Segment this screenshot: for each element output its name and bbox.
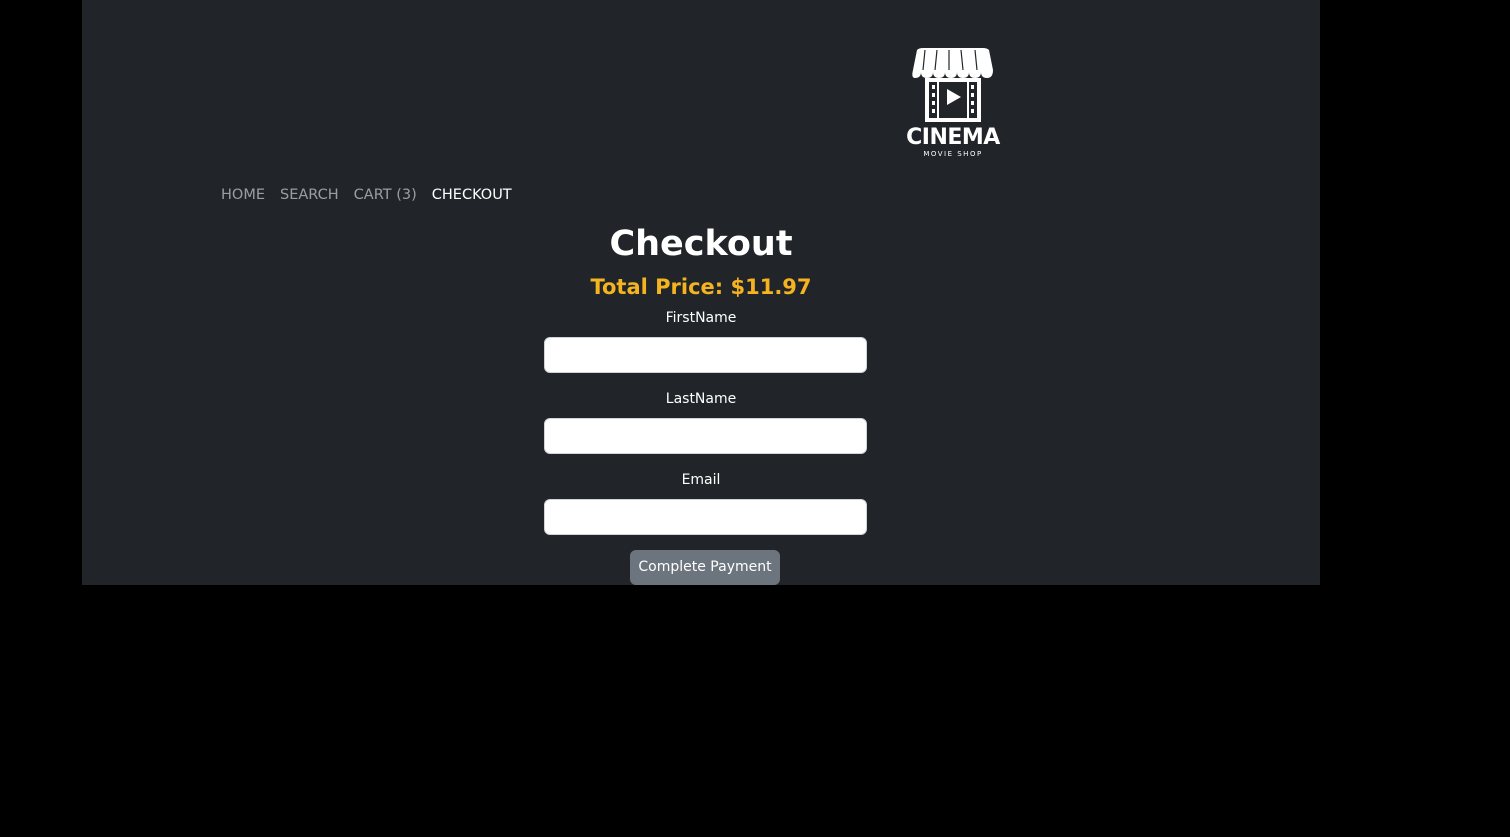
last-name-input[interactable] — [544, 418, 867, 454]
email-input[interactable] — [544, 499, 867, 535]
first-name-input[interactable] — [544, 337, 867, 373]
main-panel: CINEMA MOVIE SHOP HOME SEARCH CART (3) C… — [82, 0, 1320, 585]
total-price: Total Price: $11.97 — [590, 275, 812, 299]
nav-item-checkout[interactable]: CHECKOUT — [432, 184, 512, 206]
top-navigation: HOME SEARCH CART (3) CHECKOUT — [221, 184, 512, 206]
cinema-storefront-play-icon — [912, 48, 993, 122]
brand-name: CINEMA — [906, 125, 1000, 150]
nav-item-home[interactable]: HOME — [221, 184, 265, 206]
brand-tagline: MOVIE SHOP — [923, 150, 983, 158]
complete-payment-button[interactable]: Complete Payment — [630, 550, 780, 585]
email-label: Email — [681, 472, 721, 488]
last-name-label: LastName — [665, 391, 737, 407]
page-title: Checkout — [609, 224, 793, 264]
nav-item-search[interactable]: SEARCH — [280, 184, 339, 206]
first-name-label: FirstName — [665, 310, 737, 326]
brand-logo[interactable]: CINEMA MOVIE SHOP — [905, 46, 1001, 164]
nav-item-cart[interactable]: CART (3) — [354, 184, 417, 206]
